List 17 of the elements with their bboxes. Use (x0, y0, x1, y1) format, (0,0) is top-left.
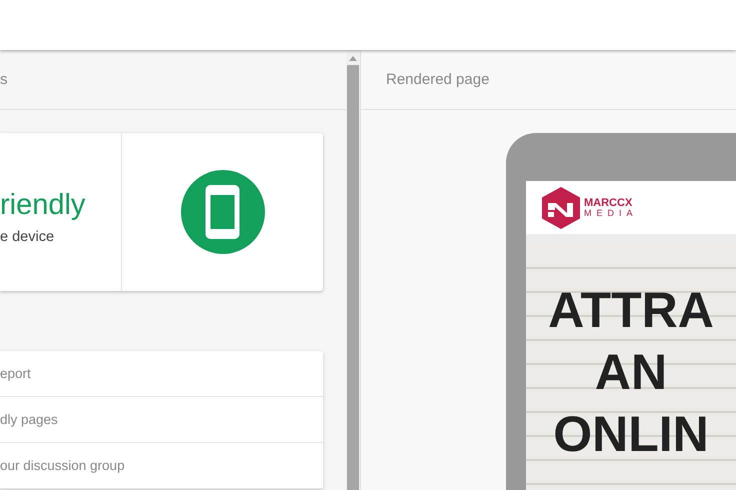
panel-title: Rendered page (386, 71, 490, 88)
logo-icon (542, 186, 580, 228)
link-item[interactable]: our discussion group (0, 443, 323, 489)
panel-title: s (0, 71, 8, 88)
logo-subtext: MEDIA (584, 208, 638, 218)
link-item[interactable]: eport (0, 351, 323, 397)
result-subtitle: e device (0, 228, 56, 244)
headline-text: AN (594, 343, 668, 402)
headline-text: ATTRA (548, 281, 714, 340)
scrollbar-thumb[interactable] (347, 65, 359, 490)
scroll-up-icon[interactable] (349, 56, 357, 61)
headline-text: ONLIN (553, 405, 709, 464)
logo-text: MARCCX (584, 198, 634, 208)
scrollbar[interactable] (346, 50, 360, 490)
link-item[interactable]: dly pages (0, 397, 323, 443)
result-title: riendly (0, 188, 86, 222)
mobile-phone-icon (180, 170, 264, 254)
